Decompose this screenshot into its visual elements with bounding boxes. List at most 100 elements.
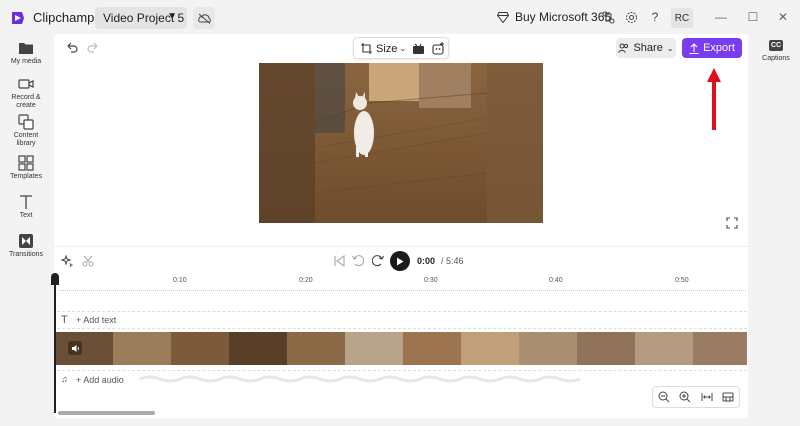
chevron-down-icon: ⌄ xyxy=(399,43,407,53)
play-button[interactable] xyxy=(390,251,410,271)
video-thumbnail xyxy=(345,332,403,365)
upload-icon xyxy=(689,42,699,54)
text-icon xyxy=(20,195,32,209)
video-thumbnail xyxy=(171,332,229,365)
captions-button[interactable]: CC Captions xyxy=(758,40,794,63)
diamond-icon xyxy=(497,11,509,23)
fit-timeline-icon[interactable] xyxy=(701,391,713,403)
undo-icon[interactable] xyxy=(66,41,78,53)
share-button[interactable]: Share ⌄ xyxy=(616,38,676,58)
video-thumbnail xyxy=(403,332,461,365)
sidebar-item-text[interactable]: Text xyxy=(0,194,52,220)
export-button[interactable]: Export xyxy=(682,38,742,58)
size-dropdown[interactable]: Size xyxy=(376,43,397,55)
captions-icon: CC xyxy=(769,40,783,51)
share-label: Share xyxy=(633,42,663,54)
video-thumbnail xyxy=(229,332,287,365)
sidebar-item-label: Record & create xyxy=(11,94,41,109)
fullscreen-icon[interactable] xyxy=(726,217,738,229)
video-preview[interactable] xyxy=(259,63,543,223)
video-thumbnail xyxy=(461,332,519,365)
project-name-dropdown[interactable]: Video Project 5 ▼ xyxy=(95,7,187,29)
timeline-divider xyxy=(54,246,748,247)
people-icon xyxy=(618,43,629,53)
captions-label: Captions xyxy=(762,55,790,62)
content-library-icon xyxy=(18,114,34,130)
add-audio-button[interactable]: + Add audio xyxy=(76,375,124,385)
ruler-tick: 0:40 xyxy=(549,277,563,284)
split-scissors-icon[interactable] xyxy=(82,255,94,267)
add-text-button[interactable]: + Add text xyxy=(76,315,116,325)
redo-icon[interactable] xyxy=(87,41,99,53)
app-name: Clipchamp xyxy=(33,10,95,25)
sidebar-item-label: Templates xyxy=(10,173,42,180)
video-thumbnail xyxy=(519,332,577,365)
sidebar-item-my-media[interactable]: My media xyxy=(0,40,52,66)
video-thumbnail xyxy=(113,332,171,365)
text-track[interactable] xyxy=(57,311,747,329)
cloud-off-icon xyxy=(197,13,211,24)
playhead[interactable] xyxy=(54,273,56,413)
music-note-icon: ♫ xyxy=(61,374,68,384)
ruler-tick: 0:30 xyxy=(424,277,438,284)
video-thumbnail xyxy=(693,332,747,365)
rewind-5-icon[interactable] xyxy=(352,255,364,267)
magic-edit-icon[interactable] xyxy=(412,42,425,55)
play-icon xyxy=(397,257,404,265)
sidebar-item-label: Transitions xyxy=(9,251,43,258)
buy-label: Buy Microsoft 365 xyxy=(515,10,612,24)
maximize-icon[interactable]: ☐ xyxy=(744,8,762,26)
timeline-ruler[interactable] xyxy=(60,290,746,291)
clipchamp-logo-icon xyxy=(12,12,24,24)
zoom-controls xyxy=(652,386,740,408)
video-clip-track[interactable] xyxy=(55,332,747,365)
crop-icon[interactable] xyxy=(361,43,372,54)
share-network-icon[interactable] xyxy=(600,9,616,25)
forward-5-icon[interactable] xyxy=(372,255,384,267)
sidebar-item-label: My media xyxy=(10,58,42,65)
sidebar-item-content-library[interactable]: Content library xyxy=(0,114,52,148)
left-sidebar: My media Record & create Content library… xyxy=(0,34,52,426)
sidebar-item-transitions[interactable]: Transitions xyxy=(0,233,52,259)
annotation-arrow-up-icon xyxy=(707,68,721,130)
timeline-view-icon[interactable] xyxy=(722,391,734,403)
skip-to-start-icon[interactable] xyxy=(333,255,345,267)
playhead-handle[interactable] xyxy=(51,273,59,285)
buy-microsoft-365-button[interactable]: Buy Microsoft 365 xyxy=(497,10,611,24)
video-frame-image xyxy=(259,63,543,223)
export-label: Export xyxy=(703,42,735,54)
avatar[interactable]: RC xyxy=(671,8,693,28)
sidebar-item-label: Text xyxy=(19,212,33,219)
total-time: / 5:46 xyxy=(441,256,464,266)
help-icon[interactable]: ? xyxy=(647,9,663,25)
sidebar-item-record-create[interactable]: Record & create xyxy=(0,76,52,110)
add-sticker-icon[interactable] xyxy=(432,42,445,55)
cloud-sync-button[interactable] xyxy=(193,7,215,29)
video-thumbnail xyxy=(287,332,345,365)
minimize-icon[interactable]: — xyxy=(712,8,730,26)
timeline-scrollbar[interactable] xyxy=(58,411,155,415)
text-track-icon: T xyxy=(61,314,68,326)
zoom-in-icon[interactable] xyxy=(679,391,691,403)
ruler-tick: 0:50 xyxy=(675,277,689,284)
zoom-out-icon[interactable] xyxy=(658,391,670,403)
caret-down-icon: ▼ xyxy=(167,11,177,22)
camera-icon xyxy=(18,79,34,89)
title-bar: Clipchamp Video Project 5 ▼ Buy Microsof… xyxy=(0,0,800,34)
speaker-icon xyxy=(71,344,79,352)
folder-icon xyxy=(19,43,33,54)
close-icon[interactable]: ✕ xyxy=(774,8,792,26)
magic-sparkle-icon[interactable] xyxy=(61,255,73,267)
audio-waveform-placeholder xyxy=(140,375,581,383)
video-thumbnail xyxy=(577,332,635,365)
gear-icon[interactable] xyxy=(623,9,639,25)
preview-toolbar: Size ⌄ xyxy=(353,37,449,59)
current-time: 0:00 xyxy=(417,256,436,266)
transitions-icon xyxy=(19,234,33,248)
sidebar-item-templates[interactable]: Templates xyxy=(0,155,52,181)
templates-icon xyxy=(18,155,34,171)
sidebar-item-label: Content library xyxy=(13,132,39,147)
video-thumbnail xyxy=(635,332,693,365)
video-thumbnail xyxy=(55,332,113,365)
mute-clip-button[interactable] xyxy=(68,341,82,355)
